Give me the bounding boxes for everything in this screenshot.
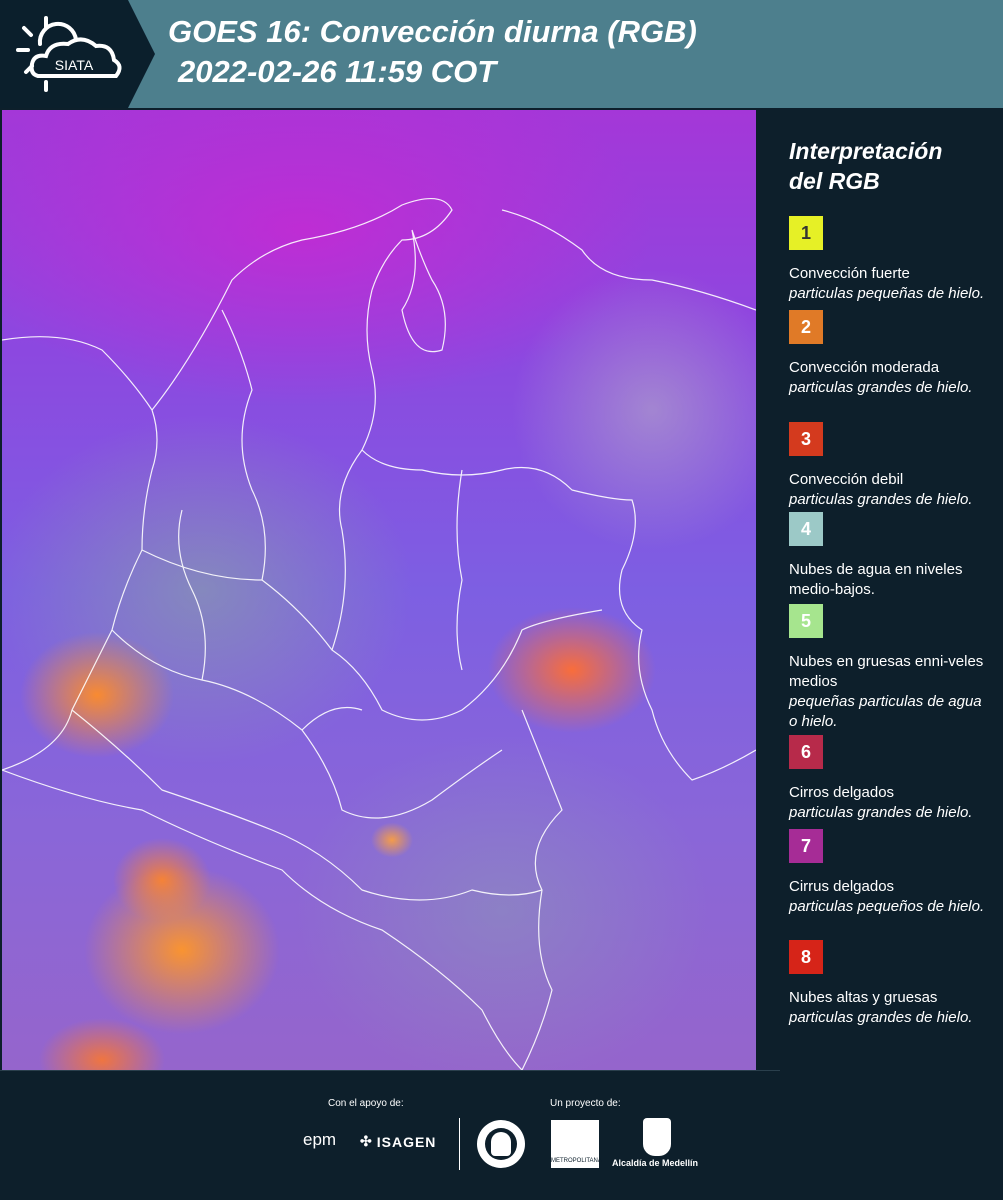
legend-swatch: 5 xyxy=(789,604,823,638)
legend-item-title: Convección fuerte xyxy=(789,265,910,282)
boundary-lines xyxy=(2,198,756,1070)
legend-item-title: Convección moderada xyxy=(789,359,940,376)
legend-title: Interpretación del RGB xyxy=(789,136,989,196)
legend-item-6: 6 Cirros delgados particulas grandes de … xyxy=(789,735,994,823)
legend-item-5: 5 Nubes en gruesas enni-veles medios peq… xyxy=(789,604,994,732)
legend-swatch: 8 xyxy=(789,940,823,974)
isagen-logo: ✣ ISAGEN xyxy=(360,1133,436,1150)
map-title: GOES 16: Convección diurna (RGB) xyxy=(168,14,697,49)
legend-item-desc: particulas grandes de hielo. xyxy=(789,804,973,821)
legend-item-title: Cirrus delgados xyxy=(789,878,895,895)
legend-item-title: Nubes en gruesas enni-veles medios xyxy=(789,653,984,690)
footer-divider xyxy=(0,1070,780,1071)
legend-item-3: 3 Convección debil particulas grandes de… xyxy=(789,422,994,510)
isagen-text: ISAGEN xyxy=(376,1133,437,1150)
siata-logo: SIATA xyxy=(16,16,122,92)
medellin-seal-logo xyxy=(477,1120,525,1168)
legend-item-8: 8 Nubes altas y gruesas particulas grand… xyxy=(789,940,994,1028)
legend-item-title: Nubes altas y gruesas xyxy=(789,989,938,1006)
alcaldia-shield-logo xyxy=(643,1118,671,1156)
legend-item-desc: particulas pequeños de hielo. xyxy=(789,898,985,915)
satellite-map xyxy=(2,110,756,1070)
footer-vertical-divider xyxy=(459,1118,460,1170)
legend-swatch: 4 xyxy=(789,512,823,546)
project-label: Un proyecto de: xyxy=(550,1098,621,1109)
epm-logo: epm xyxy=(303,1130,337,1149)
header-bar: SIATA GOES 16: Convección diurna (RGB) 2… xyxy=(0,0,1003,108)
legend-item-desc: particulas grandes de hielo. xyxy=(789,491,973,508)
legend-item-7: 7 Cirrus delgados particulas pequeños de… xyxy=(789,829,994,917)
legend-item-4: 4 Nubes de agua en niveles medio-bajos. xyxy=(789,512,994,600)
alcaldia-text: Alcaldía de Medellín xyxy=(612,1158,699,1168)
support-label: Con el apoyo de: xyxy=(328,1098,404,1109)
legend-item-title: Nubes de agua en niveles medio-bajos. xyxy=(789,561,963,598)
svg-text:SIATA: SIATA xyxy=(55,57,94,73)
legend-item-desc: particulas grandes de hielo. xyxy=(789,379,973,396)
legend-item-title: Convección debil xyxy=(789,471,904,488)
legend-swatch: 1 xyxy=(789,216,823,250)
legend-swatch: 2 xyxy=(789,310,823,344)
legend-swatch: 7 xyxy=(789,829,823,863)
area-metropolitana-text: METROPOLITANA xyxy=(551,1158,602,1164)
legend-swatch: 3 xyxy=(789,422,823,456)
legend-item-2: 2 Convección moderada particulas grandes… xyxy=(789,310,994,398)
legend-item-desc: particulas grandes de hielo. xyxy=(789,1009,973,1026)
legend-swatch: 6 xyxy=(789,735,823,769)
legend-item-desc: particulas pequeñas de hielo. xyxy=(789,285,985,302)
legend-title-line2: del RGB xyxy=(789,168,880,194)
legend-item-desc: pequeñas particulas de agua o hielo. xyxy=(789,693,982,730)
map-timestamp: 2022-02-26 11:59 COT xyxy=(178,54,497,89)
legend-item-title: Cirros delgados xyxy=(789,784,895,801)
legend-item-1: 1 Convección fuerte particulas pequeñas … xyxy=(789,216,994,304)
siata-logo-box: SIATA xyxy=(0,0,155,108)
legend-title-line1: Interpretación xyxy=(789,138,943,164)
isagen-icon: ✣ xyxy=(360,1133,373,1149)
